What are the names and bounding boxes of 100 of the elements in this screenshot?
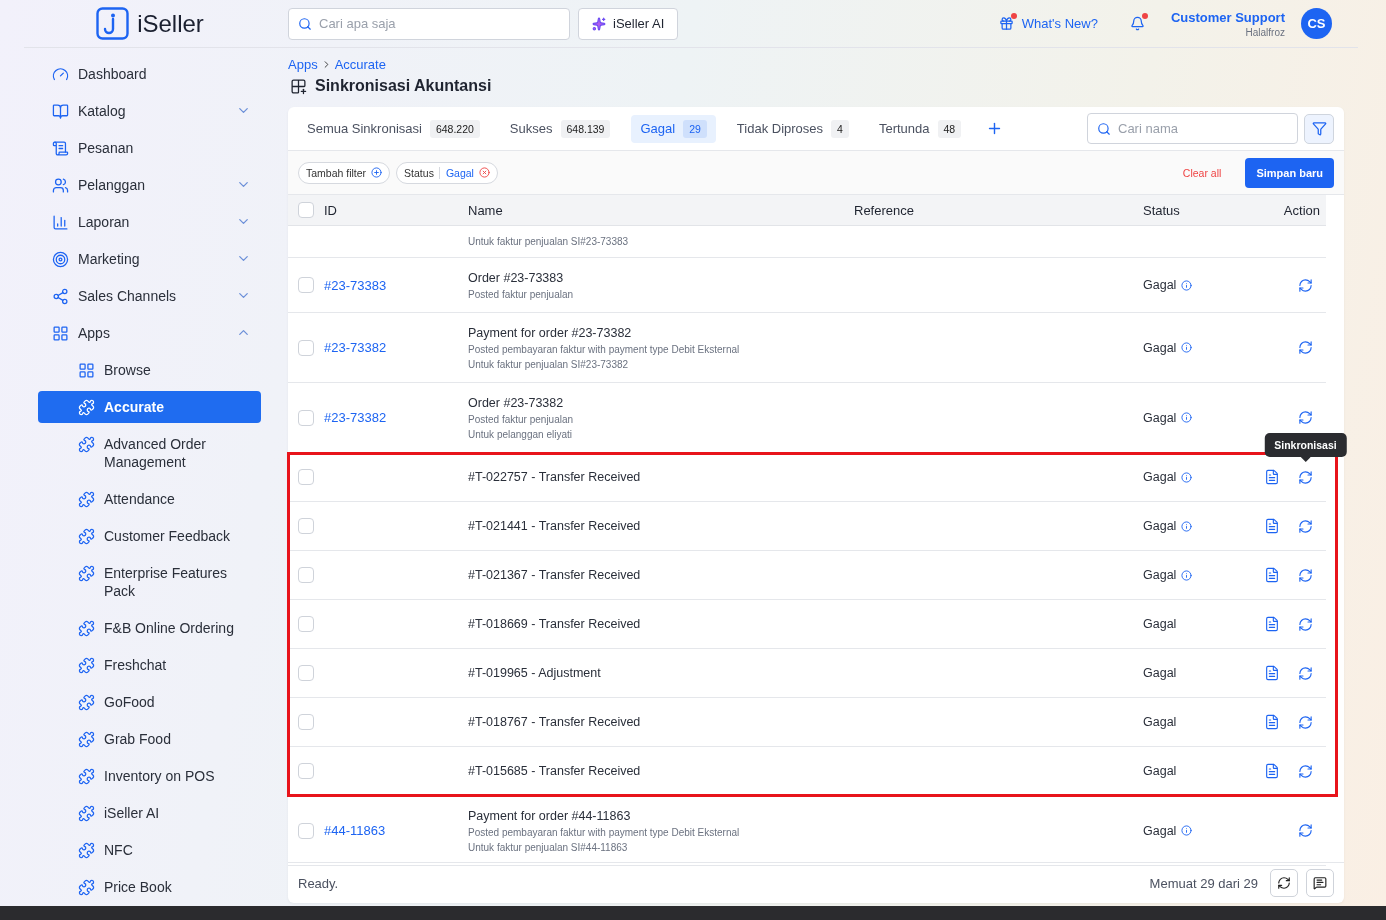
logo-icon — [96, 7, 130, 40]
status-tab[interactable]: Semua Sinkronisasi 648.220 — [298, 114, 489, 143]
sync-button[interactable] — [1298, 518, 1313, 534]
row-checkbox[interactable] — [298, 822, 314, 839]
clear-all-link[interactable]: Clear all — [1182, 166, 1222, 179]
sidebar-item[interactable]: Pesanan — [38, 132, 261, 164]
sync-button[interactable] — [1298, 823, 1313, 838]
sync-button[interactable] — [1298, 714, 1313, 730]
target-icon — [52, 251, 69, 268]
order-id-link[interactable]: #23-73383 — [324, 277, 468, 293]
row-checkbox[interactable] — [298, 665, 314, 681]
add-filter-chip[interactable]: Tambah filter — [298, 161, 391, 184]
sidebar-item[interactable]: Advanced Order Management — [38, 428, 261, 478]
puzzle-icon — [78, 879, 95, 896]
record-count: Memuat 29 dari 29 — [1149, 875, 1258, 891]
info-icon[interactable] — [1181, 520, 1193, 532]
info-icon[interactable] — [1181, 279, 1193, 291]
sidebar-item[interactable]: iSeller AI — [38, 797, 261, 829]
row-checkbox[interactable] — [298, 567, 314, 583]
sidebar-item[interactable]: NFC — [38, 834, 261, 866]
sidebar-item[interactable]: Freshchat — [38, 649, 261, 681]
sidebar-item[interactable]: Katalog — [38, 95, 261, 127]
order-id-link[interactable]: #44-11863 — [324, 823, 468, 838]
sidebar-item[interactable]: F&B Online Ordering — [38, 612, 261, 644]
sync-button[interactable] — [1298, 665, 1313, 681]
status-tab[interactable]: Tertunda 48 — [869, 114, 971, 143]
report-button[interactable] — [1264, 567, 1280, 583]
info-icon[interactable] — [1181, 569, 1193, 581]
row-title: #T-015685 - Transfer Received — [468, 764, 642, 778]
avatar[interactable]: CS — [1301, 8, 1332, 39]
sidebar-item[interactable]: Apps — [38, 317, 261, 349]
report-button[interactable] — [1264, 469, 1280, 485]
sidebar-item[interactable]: Browse — [38, 354, 261, 386]
whats-new-link[interactable]: What's New? — [998, 16, 1098, 31]
notification-dot — [1010, 13, 1017, 19]
sidebar-item[interactable]: Laporan — [38, 206, 261, 238]
refresh-button[interactable] — [1270, 869, 1298, 897]
sync-button[interactable] — [1298, 340, 1313, 355]
breadcrumb-link[interactable]: Apps — [288, 57, 318, 72]
puzzle-icon — [78, 657, 95, 674]
report-button[interactable] — [1264, 616, 1280, 632]
sidebar-item[interactable]: Attendance — [38, 483, 261, 515]
report-button[interactable] — [1264, 763, 1280, 779]
sync-button[interactable] — [1298, 277, 1313, 293]
name-search-field[interactable]: Cari nama — [1087, 113, 1298, 144]
sync-button[interactable] — [1298, 616, 1313, 632]
status-tab[interactable]: Sukses 648.139 — [500, 114, 620, 143]
sidebar-item[interactable]: Marketing — [38, 243, 261, 275]
tooltip-arrow-icon — [1300, 456, 1311, 462]
save-button[interactable]: Simpan baru — [1245, 157, 1334, 188]
info-icon[interactable] — [1181, 342, 1193, 353]
sync-button[interactable] — [1298, 410, 1313, 425]
status-tab[interactable]: Gagal 29 — [631, 114, 716, 143]
row-checkbox[interactable] — [298, 518, 314, 534]
sidebar-item[interactable]: Enterprise Features Pack — [38, 557, 261, 607]
status-text: Gagal — [1143, 568, 1177, 582]
info-icon[interactable] — [1181, 471, 1193, 483]
bar-chart-icon — [52, 214, 69, 231]
row-checkbox[interactable] — [298, 277, 314, 293]
row-checkbox[interactable] — [298, 714, 314, 730]
row-checkbox[interactable] — [298, 409, 314, 426]
row-description: Untuk faktur penjualan SI#44-11863 — [468, 841, 629, 853]
sidebar-item[interactable]: Sales Channels — [38, 280, 261, 312]
tooltip: Sinkronisasi — [1264, 432, 1347, 457]
order-id-link[interactable]: #23-73382 — [324, 340, 468, 355]
puzzle-icon — [78, 842, 95, 859]
row-checkbox[interactable] — [298, 339, 314, 356]
sidebar-item[interactable]: Pelanggan — [38, 169, 261, 201]
sidebar-item[interactable]: Accurate — [38, 391, 261, 423]
search-field[interactable]: Cari apa saja — [288, 7, 570, 40]
sidebar-item[interactable]: Inventory on POS — [38, 760, 261, 792]
status-tab[interactable]: Tidak Diproses 4 — [727, 114, 858, 143]
order-id-link[interactable]: #23-73382 — [324, 410, 468, 425]
info-icon[interactable] — [1181, 412, 1193, 423]
row-description: Posted faktur penjualan — [468, 413, 575, 425]
sidebar-item[interactable]: Customer Feedback — [38, 520, 261, 552]
user-name[interactable]: Customer Support — [1170, 9, 1285, 25]
filter-chip[interactable]: Status Gagal — [396, 161, 498, 184]
status-text: Gagal — [1143, 519, 1177, 533]
sync-button[interactable] — [1298, 763, 1313, 779]
report-button[interactable] — [1264, 714, 1280, 730]
message-button[interactable] — [1306, 869, 1334, 897]
filter-button[interactable] — [1304, 113, 1334, 144]
sidebar-item[interactable]: Price Book — [38, 871, 261, 903]
row-checkbox[interactable] — [298, 469, 314, 485]
row-checkbox[interactable] — [298, 616, 314, 632]
bell-icon[interactable] — [1129, 16, 1145, 31]
sidebar-item[interactable]: Dashboard — [38, 58, 261, 90]
breadcrumb-link[interactable]: Accurate — [334, 57, 386, 72]
select-all-checkbox[interactable] — [298, 202, 314, 218]
puzzle-icon — [78, 731, 95, 748]
sidebar-item[interactable]: GoFood — [38, 686, 261, 718]
info-icon[interactable] — [1181, 825, 1193, 836]
report-button[interactable] — [1264, 518, 1280, 534]
sidebar-item[interactable]: Grab Food — [38, 723, 261, 755]
status-text: Gagal — [1143, 617, 1177, 631]
row-checkbox[interactable] — [298, 763, 314, 779]
ai-button[interactable]: iSeller AI — [578, 7, 679, 40]
sync-button[interactable] — [1298, 567, 1313, 583]
report-button[interactable] — [1264, 665, 1280, 681]
